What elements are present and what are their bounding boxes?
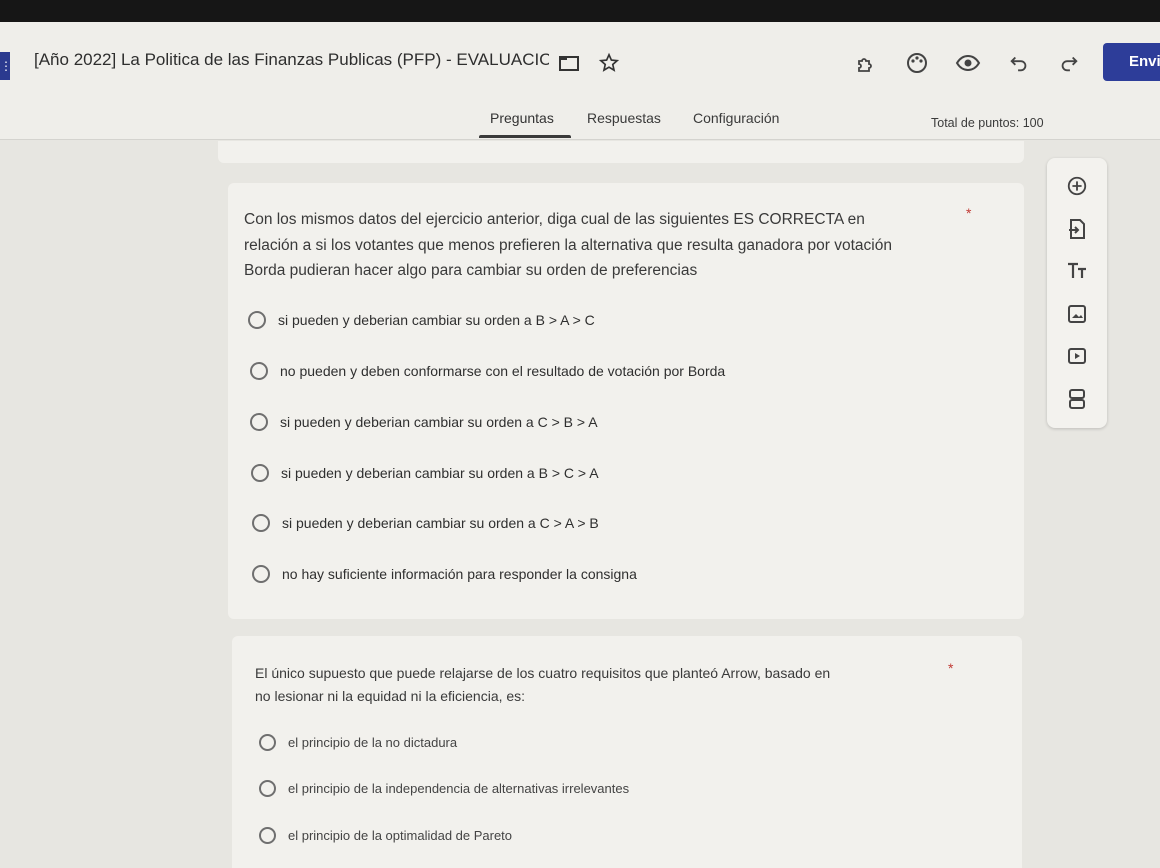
answer-option[interactable]: el principio de la optimalidad de Pareto xyxy=(259,827,512,844)
question-title: Con los mismos datos del ejercicio anter… xyxy=(244,211,892,279)
option-label: el principio de la optimalidad de Pareto xyxy=(288,828,513,843)
folder-icon[interactable] xyxy=(558,52,580,74)
screen-top-bezel xyxy=(0,0,1160,22)
required-asterisk: * xyxy=(948,660,954,676)
total-points: Total de puntos: 100 xyxy=(931,116,1044,130)
answer-option[interactable]: si pueden y deberian cambiar su orden a … xyxy=(248,311,595,329)
radio-button[interactable] xyxy=(248,311,266,329)
undo-icon[interactable] xyxy=(1006,50,1032,76)
radio-button[interactable] xyxy=(251,464,269,482)
answer-option[interactable]: si pueden y deberian cambiar su orden a … xyxy=(251,464,599,482)
option-label: si pueden y deberian cambiar su orden a … xyxy=(280,414,598,430)
tab-settings[interactable]: Configuración xyxy=(693,110,779,126)
import-questions-icon[interactable] xyxy=(1064,216,1090,242)
addon-icon[interactable] xyxy=(853,50,879,76)
previous-question-card xyxy=(218,141,1024,163)
question-side-toolbar xyxy=(1047,158,1107,428)
radio-button[interactable] xyxy=(259,780,276,797)
form-header: ⋮ [Año 2022] La Politica de las Finanzas… xyxy=(0,22,1160,140)
preview-eye-icon[interactable] xyxy=(955,50,981,76)
add-question-icon[interactable] xyxy=(1064,173,1090,199)
send-button[interactable]: Enviar xyxy=(1103,43,1160,81)
add-section-icon[interactable] xyxy=(1064,386,1090,412)
answer-option[interactable]: el principio de la independencia de alte… xyxy=(259,780,629,797)
tab-questions[interactable]: Preguntas xyxy=(490,110,554,126)
option-label: el principio de la no dictadura xyxy=(288,735,458,750)
question-card[interactable]: Con los mismos datos del ejercicio anter… xyxy=(228,183,1024,619)
star-icon[interactable] xyxy=(598,52,620,74)
add-title-icon[interactable] xyxy=(1064,258,1090,284)
option-label: el principio de la independencia de alte… xyxy=(288,781,630,796)
option-label: si pueden y deberian cambiar su orden a … xyxy=(282,515,599,531)
form-title[interactable]: [Año 2022] La Politica de las Finanzas P… xyxy=(34,50,549,70)
tab-responses[interactable]: Respuestas xyxy=(587,110,661,126)
radio-button[interactable] xyxy=(252,514,270,532)
answer-option[interactable]: si pueden y deberian cambiar su orden a … xyxy=(250,413,598,431)
palette-icon[interactable] xyxy=(904,50,930,76)
redo-icon[interactable] xyxy=(1056,50,1082,76)
required-asterisk: * xyxy=(966,205,972,221)
radio-button[interactable] xyxy=(250,413,268,431)
option-label: no hay suficiente información para respo… xyxy=(282,566,637,582)
radio-button[interactable] xyxy=(250,362,268,380)
add-image-icon[interactable] xyxy=(1064,301,1090,327)
option-label: si pueden y deberian cambiar su orden a … xyxy=(278,312,595,328)
question-title: El único supuesto que puede relajarse de… xyxy=(255,665,831,704)
answer-option[interactable]: no pueden y deben conformarse con el res… xyxy=(250,362,725,380)
active-tab-indicator xyxy=(479,135,571,138)
add-video-icon[interactable] xyxy=(1064,343,1090,369)
radio-button[interactable] xyxy=(259,734,276,751)
answer-option[interactable]: si pueden y deberian cambiar su orden a … xyxy=(252,514,599,532)
main-menu-button[interactable]: ⋮ xyxy=(0,52,12,80)
option-label: si pueden y deberian cambiar su orden a … xyxy=(281,465,599,481)
answer-option[interactable]: el principio de la no dictadura xyxy=(259,734,457,751)
option-label: no pueden y deben conformarse con el res… xyxy=(280,363,726,379)
radio-button[interactable] xyxy=(259,827,276,844)
question-card[interactable]: El único supuesto que puede relajarse de… xyxy=(232,636,1022,868)
answer-option[interactable]: no hay suficiente información para respo… xyxy=(252,565,637,583)
radio-button[interactable] xyxy=(252,565,270,583)
